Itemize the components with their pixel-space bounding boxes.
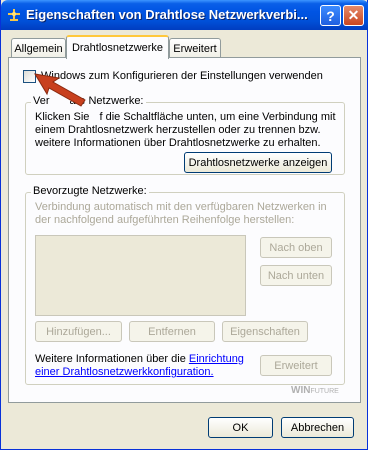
preferred-networks-list[interactable] xyxy=(35,235,246,316)
properties-dialog: Eigenschaften von Drahtlose Netzwerkverb… xyxy=(0,0,368,450)
ok-button[interactable]: OK xyxy=(208,417,273,438)
preferred-text-line2: der nachfolgend aufgeführten Reihenfolge… xyxy=(35,214,295,226)
advanced-button[interactable]: Erweitert xyxy=(260,355,332,376)
available-text-line2: einem Drahtlosnetzwerk herzustellen oder… xyxy=(35,124,321,136)
annotation-arrow-icon xyxy=(34,73,86,107)
preferred-networks-title: Bevorzugte Netzwerke: xyxy=(31,185,149,197)
watermark-logo: WINFUTURE xyxy=(291,385,339,396)
setup-link-line2[interactable]: einer Drahtlosnetzwerkkonfiguration. xyxy=(35,366,214,378)
move-up-button[interactable]: Nach oben xyxy=(260,237,332,258)
title-bar[interactable]: Eigenschaften von Drahtlose Netzwerkverb… xyxy=(1,0,368,30)
show-wireless-networks-button[interactable]: Drahtlosnetzwerke anzeigen xyxy=(184,152,332,173)
close-icon: ✕ xyxy=(347,7,360,23)
tab-erweitert[interactable]: Erweitert xyxy=(169,38,221,58)
add-button[interactable]: Hinzufügen... xyxy=(35,321,122,342)
close-button[interactable]: ✕ xyxy=(343,5,364,26)
window-title: Eigenschaften von Drahtlose Netzwerkverb… xyxy=(26,7,308,22)
network-connection-icon xyxy=(8,9,20,21)
help-button[interactable]: ? xyxy=(320,5,341,26)
info-text-line1: Weitere Informationen über die Einrichtu… xyxy=(35,353,244,365)
tab-drahtlosnetzwerke[interactable]: Drahtlosnetzwerke xyxy=(66,35,169,59)
available-text-line1: Klicken Sie f die Schaltfläche unten, um… xyxy=(35,111,336,123)
available-text-line3: weitere Informationen über Drahtlosnetzw… xyxy=(35,137,321,149)
tab-allgemein[interactable]: Allgemein xyxy=(11,38,66,58)
properties-button[interactable]: Eigenschaften xyxy=(222,321,308,342)
help-icon: ? xyxy=(326,7,335,24)
setup-link[interactable]: Einrichtung xyxy=(189,353,244,365)
preferred-text-line1: Verbindung automatisch mit den verfügbar… xyxy=(35,201,327,213)
cancel-button[interactable]: Abbrechen xyxy=(281,417,354,438)
remove-button[interactable]: Entfernen xyxy=(129,321,215,342)
move-down-button[interactable]: Nach unten xyxy=(260,265,332,286)
